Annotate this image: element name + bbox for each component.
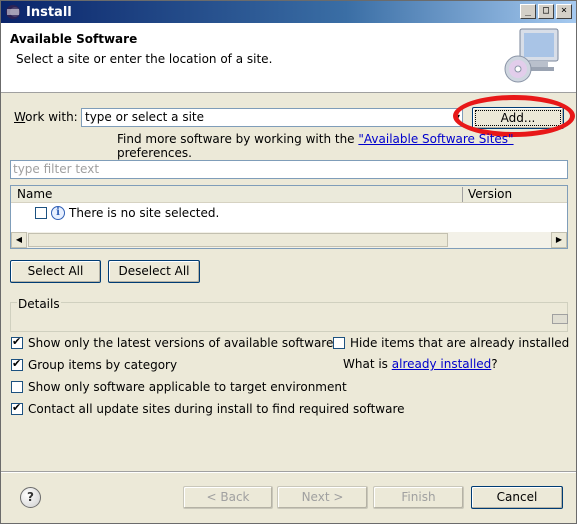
show-latest-checkbox[interactable]: [11, 335, 23, 349]
scroll-left-icon[interactable]: ◀: [11, 232, 27, 248]
contact-sites-label: Contact all update sites during install …: [28, 402, 405, 416]
wizard-banner: Available Software Select a site or ente…: [1, 23, 576, 93]
scroll-thumb[interactable]: [28, 233, 448, 247]
deselect-all-button[interactable]: Deselect All: [108, 260, 200, 283]
group-by-category-label: Group items by category: [28, 358, 178, 372]
work-with-label: Work with:: [14, 110, 78, 124]
column-version[interactable]: Version: [468, 187, 512, 201]
contact-sites-checkbox[interactable]: [11, 401, 23, 415]
select-all-button[interactable]: Select All: [10, 260, 101, 283]
deselect-all-label: Deselect All: [118, 264, 190, 278]
work-with-value: type or select a site: [85, 110, 205, 124]
monitor-cd-icon: [504, 28, 559, 83]
show-latest-label: Show only the latest versions of availab…: [28, 336, 334, 350]
close-button[interactable]: ×: [556, 4, 572, 19]
help-icon[interactable]: ?: [20, 487, 41, 508]
what-is-suffix: ?: [491, 357, 498, 371]
filter-input[interactable]: type filter text: [10, 160, 568, 179]
hide-installed-checkbox[interactable]: [333, 337, 345, 349]
work-with-combo[interactable]: type or select a site ▼: [81, 108, 463, 127]
find-more-prefix: Find more software by working with the: [117, 132, 359, 146]
minimize-button[interactable]: _: [520, 4, 536, 19]
option-target-env[interactable]: Show only software applicable to target …: [11, 380, 347, 394]
install-dialog: Install _ □ × Available Software Select …: [0, 0, 577, 524]
group-by-category-checkbox[interactable]: [11, 357, 23, 371]
option-hide-installed[interactable]: Hide items that are already installed: [333, 336, 569, 350]
details-label: Details: [17, 297, 61, 311]
maximize-button[interactable]: □: [538, 4, 554, 19]
column-name[interactable]: Name: [17, 187, 52, 201]
hide-installed-label: Hide items that are already installed: [350, 336, 570, 350]
find-more-suffix: preferences.: [117, 146, 192, 160]
window-title: Install: [26, 4, 72, 20]
what-is-installed-text: What is already installed?: [343, 357, 498, 371]
page-title: Available Software: [10, 32, 138, 46]
select-all-label: Select All: [27, 264, 84, 278]
software-table[interactable]: Name Version i There is no site selected…: [10, 185, 568, 249]
target-env-checkbox[interactable]: [11, 381, 23, 393]
highlight-circle: [453, 95, 575, 137]
row-checkbox[interactable]: [35, 207, 47, 219]
back-button[interactable]: < Back: [183, 486, 273, 509]
eclipse-icon: [6, 5, 20, 19]
horizontal-scrollbar[interactable]: ◀ ▶: [11, 232, 567, 248]
next-button[interactable]: Next >: [277, 486, 368, 509]
scroll-right-icon[interactable]: ▶: [551, 232, 567, 248]
target-env-label: Show only software applicable to target …: [28, 380, 347, 394]
column-divider: [462, 187, 463, 202]
table-header: Name Version: [11, 186, 567, 203]
option-contact-sites[interactable]: Contact all update sites during install …: [11, 401, 405, 416]
row-text: There is no site selected.: [69, 206, 220, 220]
available-software-sites-link[interactable]: "Available Software Sites": [358, 132, 513, 146]
details-resize-grip[interactable]: [552, 314, 568, 324]
already-installed-link[interactable]: already installed: [392, 357, 492, 371]
table-row[interactable]: i There is no site selected.: [35, 204, 219, 222]
footer-separator: [1, 471, 576, 473]
option-group-by-category[interactable]: Group items by category: [11, 357, 178, 372]
cancel-button[interactable]: Cancel: [471, 486, 563, 509]
option-show-latest[interactable]: Show only the latest versions of availab…: [11, 335, 334, 350]
find-more-text: Find more software by working with the "…: [117, 132, 576, 160]
finish-button[interactable]: Finish: [373, 486, 464, 509]
title-bar[interactable]: Install _ □ ×: [1, 1, 576, 23]
what-is-prefix: What is: [343, 357, 392, 371]
info-icon: i: [51, 206, 65, 220]
page-description: Select a site or enter the location of a…: [16, 52, 273, 66]
details-panel: [10, 302, 568, 332]
